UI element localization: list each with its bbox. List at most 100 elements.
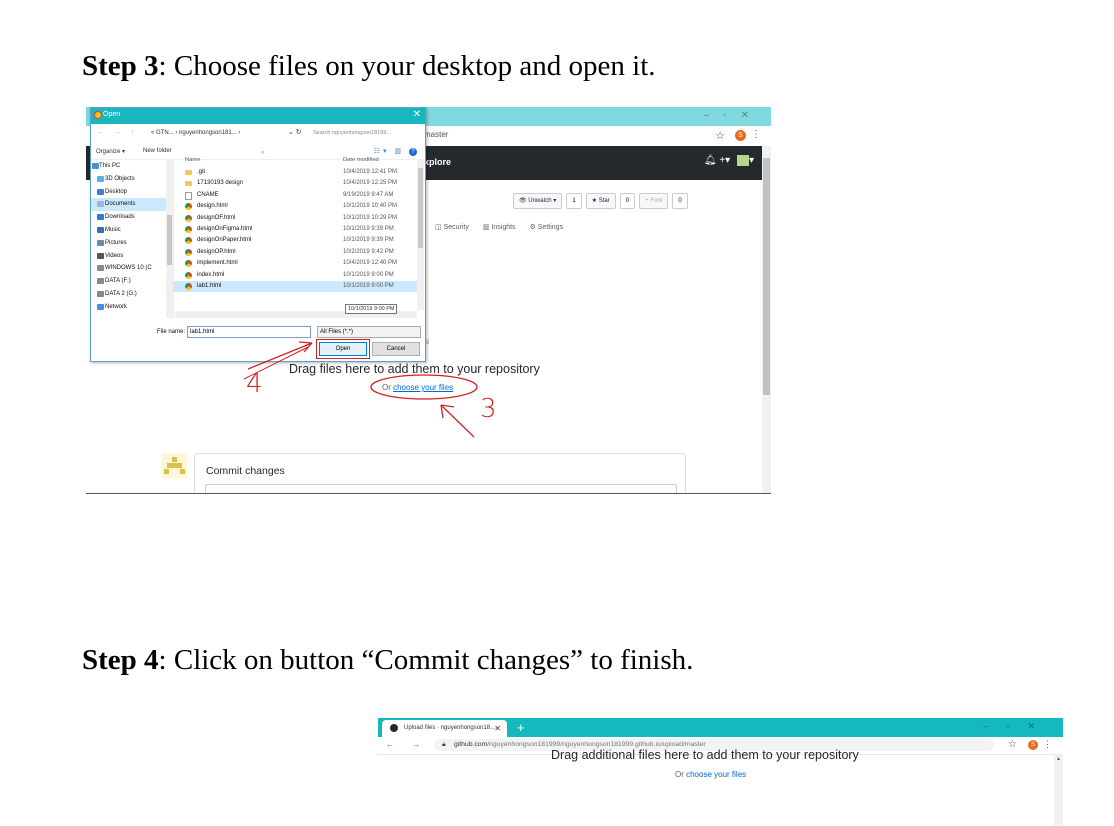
user-avatar[interactable] — [736, 155, 749, 166]
watch-count[interactable]: 1 — [566, 193, 582, 209]
repo-tabs: ◫ Security ▥ Insights ⚙ Settings — [435, 223, 563, 231]
nav-item[interactable]: DATA 2 (G:) — [91, 288, 173, 301]
star-icon[interactable]: ☆ — [715, 129, 725, 142]
profile-avatar[interactable]: S — [1028, 740, 1038, 750]
scrollbar-thumb[interactable] — [763, 158, 770, 395]
sort-caret-icon: ^ — [261, 151, 265, 158]
path-breadcrumb[interactable]: « GTN... › nguyenhongson181... › — [151, 128, 299, 138]
step-3-label: Step 3 — [82, 50, 159, 82]
organize-button[interactable]: Organize ▾ — [96, 148, 125, 155]
kebab-menu-icon[interactable]: ⋮ — [751, 129, 761, 140]
nav-item[interactable]: Network — [91, 301, 173, 314]
close-icon[interactable]: ✕ — [413, 109, 421, 120]
tab-insights-label: Insights — [491, 224, 516, 231]
nav-arrows-icon[interactable]: ← → ↑ — [97, 129, 138, 136]
file-row[interactable]: 17130193 design 10/4/2019 12:25 PM — [173, 178, 417, 189]
file-row[interactable]: .git 10/4/2019 12:41 PM — [173, 167, 417, 178]
file-row[interactable]: designOF.html 10/1/2019 10:29 PM — [173, 213, 417, 224]
drive-icon — [97, 265, 104, 272]
page-scrollbar[interactable] — [762, 146, 771, 493]
file-list-scrollbar[interactable] — [417, 160, 424, 310]
file-row[interactable]: lab1.html 10/1/2019 9:00 PM — [173, 280, 417, 293]
nav-item[interactable]: 3D Objects — [91, 173, 173, 186]
file-row[interactable]: design.html 10/1/2019 10:40 PM — [173, 201, 417, 212]
cancel-button[interactable]: Cancel — [372, 342, 420, 356]
tab-security[interactable]: ◫ Security — [435, 223, 469, 231]
nav-item[interactable]: This PC — [91, 160, 173, 173]
tab-security-label: Security — [443, 224, 469, 231]
star-icon[interactable]: ☆ — [1008, 739, 1017, 750]
open-button[interactable]: Open — [316, 339, 370, 359]
browser-tab[interactable]: Upload files · nguyenhongson18... ✕ — [382, 720, 507, 737]
tab-settings[interactable]: ⚙ Settings — [530, 223, 564, 231]
nav-item[interactable]: Downloads — [91, 211, 173, 224]
nav-item-label: Downloads — [105, 214, 135, 221]
file-row[interactable]: implement.html 10/4/2019 12:40 PM — [173, 258, 417, 269]
window-controls[interactable]: –▫✕ — [983, 721, 1053, 732]
chrome-html-icon — [185, 203, 192, 211]
file-name: design.html — [197, 203, 228, 210]
chrome-html-icon — [185, 237, 192, 245]
column-name[interactable]: Name — [185, 157, 200, 163]
step-4-heading: Step 4: Click on button “Commit changes”… — [82, 644, 693, 677]
file-name: 17130193 design — [197, 180, 244, 187]
star-button[interactable]: ★ Star — [585, 193, 616, 209]
nav-item[interactable]: Videos — [91, 250, 173, 263]
file-date: 10/1/2019 10:29 PM — [343, 214, 398, 221]
file-row[interactable]: designOnFigma.html 10/1/2019 9:39 PM — [173, 224, 417, 235]
annotation-number-3: 3 — [480, 394, 497, 424]
video-icon — [97, 252, 104, 259]
file-type-select[interactable]: All Files (*.*) — [317, 326, 421, 338]
page-scrollbar[interactable]: ▲ — [1054, 754, 1063, 826]
dialog-title: Open — [103, 111, 121, 118]
nav-item[interactable]: DATA (F:) — [91, 275, 173, 288]
column-date-modified[interactable]: Date modified — [343, 157, 379, 163]
folder-icon — [185, 170, 192, 175]
profile-avatar[interactable]: S — [735, 130, 746, 141]
file-row[interactable]: CNAME 9/19/2019 9:47 AM — [173, 190, 417, 201]
nav-item[interactable]: Documents — [91, 198, 173, 212]
file-open-dialog: Open ✕ ← → ↑ « GTN... › nguyenhongson181… — [90, 107, 426, 362]
nav-scroll-thumb[interactable] — [167, 215, 172, 265]
nav-explore[interactable]: xplore — [424, 157, 451, 167]
new-folder-button[interactable]: New folder — [143, 148, 172, 154]
annotation-number-4: 4 — [246, 369, 263, 399]
file-name: designOP.html — [197, 248, 236, 255]
eye-icon: 👁︎ — [519, 198, 529, 204]
network-icon — [97, 303, 104, 310]
nav-item[interactable]: WINDOWS 10 (C — [91, 262, 173, 275]
close-tab-icon[interactable]: ✕ — [494, 724, 501, 733]
window-controls[interactable]: –▫✕ — [704, 110, 764, 121]
tab-insights[interactable]: ▥ Insights — [483, 223, 516, 231]
commit-message-input[interactable] — [205, 484, 677, 493]
nav-item-label: Pictures — [105, 239, 127, 246]
nav-item[interactable]: Desktop — [91, 186, 173, 199]
nav-item[interactable]: Music — [91, 224, 173, 237]
nav-item[interactable]: Pictures — [91, 237, 173, 250]
header-actions[interactable]: 🔔︎ +▾ ▾ — [704, 155, 754, 166]
fork-count[interactable]: 0 — [672, 193, 688, 209]
fork-button[interactable]: ⑂ Fork — [639, 193, 669, 209]
picture-icon — [97, 239, 104, 246]
nav-pane-scrollbar[interactable] — [166, 160, 173, 318]
file-name-input[interactable]: lab1.html — [187, 326, 311, 338]
github-icon — [390, 724, 398, 732]
file-row[interactable]: designOP.html 10/2/2019 9:42 PM — [173, 247, 417, 258]
file-row[interactable]: designOnPaper.html 10/1/2019 9:39 PM — [173, 235, 417, 246]
refresh-icon[interactable]: ⌄ ↻ — [288, 128, 302, 136]
kebab-menu-icon[interactable]: ⋮ — [1043, 739, 1052, 750]
choose-files-link[interactable]: choose your files — [393, 383, 453, 392]
chrome-html-icon — [185, 214, 192, 222]
choose-files-line: Or choose your files — [675, 770, 746, 779]
file-name: index.html — [197, 271, 225, 278]
unwatch-button[interactable]: 👁︎ Unwatch ▾ — [513, 193, 563, 209]
file-scroll-thumb[interactable] — [418, 168, 423, 248]
choose-files-link[interactable]: choose your files — [686, 770, 746, 779]
star-count[interactable]: 0 — [619, 193, 636, 209]
file-row[interactable]: index.html 10/1/2019 9:00 PM — [173, 270, 417, 281]
dialog-search-input[interactable]: Search nguyenhongson18199... — [313, 128, 421, 138]
step-3-heading: Step 3: Choose files on your desktop and… — [82, 50, 656, 83]
scroll-up-icon[interactable]: ▲ — [1056, 756, 1061, 762]
unwatch-label: Unwatch ▾ — [528, 198, 557, 204]
new-tab-icon[interactable]: + — [517, 720, 525, 735]
